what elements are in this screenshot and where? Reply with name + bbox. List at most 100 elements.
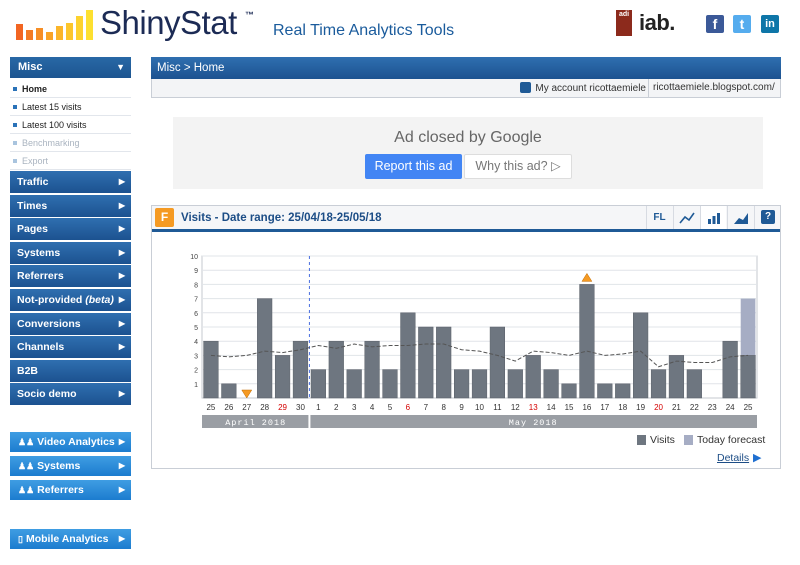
twitter-icon[interactable]: t [733, 15, 751, 33]
sidebar-video-referrers[interactable]: ♟♟ Referrers ▶ [10, 480, 131, 500]
legend-swatch-forecast [684, 435, 693, 445]
visits-bar [418, 326, 434, 399]
fl-button[interactable]: FL [646, 206, 672, 229]
account-link[interactable]: My account ricottaemiele [520, 82, 646, 94]
sidebar-category-not-provided-beta[interactable]: Not-provided (beta) ▶ [10, 289, 131, 311]
why-this-ad-button[interactable]: Why this ad? ▷ [464, 154, 572, 179]
tagline: Real Time Analytics Tools [273, 22, 455, 39]
x-tick-label: 27 [242, 403, 251, 412]
visits-bar [436, 326, 452, 399]
x-tick-label: 20 [654, 403, 663, 412]
x-tick-label: 9 [459, 403, 464, 412]
sidebar-category-socio-demo[interactable]: Socio demo ▶ [10, 383, 131, 406]
line-chart-button[interactable] [673, 206, 699, 229]
bar-chart-icon [707, 213, 720, 224]
sidebar-item-home[interactable]: Home [10, 80, 131, 98]
bullet-icon [13, 87, 17, 91]
chevron-right-icon: ▶ [118, 485, 125, 494]
x-tick-label: 17 [600, 403, 609, 412]
logo-wordmark[interactable]: ShinyStat [100, 4, 237, 42]
report-ad-button[interactable]: Report this ad [365, 154, 462, 179]
chevron-right-icon: ▶ [118, 318, 125, 328]
sidebar-category-channels[interactable]: Channels ▶ [10, 336, 131, 359]
sidebar-item-label: Latest 100 visits [22, 120, 87, 130]
chevron-right-icon: ▶ [118, 224, 125, 234]
chevron-down-icon: ▼ [116, 62, 125, 72]
y-tick-label: 3 [194, 353, 198, 360]
bar-chart-button[interactable] [700, 206, 726, 229]
linkedin-icon[interactable]: in [761, 15, 779, 33]
y-tick-label: 8 [194, 282, 198, 289]
sidebar-misc-header[interactable]: Misc ▼ [10, 57, 131, 78]
sidebar-item-label: Latest 15 visits [22, 102, 82, 112]
visits-bar [543, 369, 559, 399]
sidebar-category-times[interactable]: Times ▶ [10, 194, 131, 217]
x-tick-label: 8 [441, 403, 446, 412]
mobile-icon: ▯ [18, 534, 23, 544]
visits-bar [471, 369, 488, 399]
sidebar-category-b2b[interactable]: B2B [10, 359, 131, 382]
visits-bar [507, 369, 523, 399]
visits-bar [597, 383, 613, 399]
sidebar-item-label: Systems [37, 460, 81, 472]
sidebar-category-label: Conversions [17, 317, 81, 330]
sidebar-item-label: Mobile Analytics [25, 533, 109, 545]
sidebar-item-latest-15-visits[interactable]: Latest 15 visits [10, 98, 131, 116]
account-bar: My account ricottaemiele ricottaemiele.b… [151, 79, 781, 98]
ad-placeholder: Ad closed by Google Report this ad Why t… [173, 117, 763, 189]
x-tick-label: 30 [296, 403, 305, 412]
month-label: April 2018 [225, 418, 286, 428]
visits-bar [686, 369, 702, 399]
visits-bar [454, 369, 470, 399]
flash-icon: F [155, 208, 174, 227]
site-selector[interactable]: ricottaemiele.blogspot.com/ [648, 79, 780, 97]
x-tick-label: 18 [618, 403, 627, 412]
sidebar-video-video-analytics[interactable]: ♟♟ Video Analytics ▶ [10, 432, 131, 452]
sidebar-item-label: Home [22, 84, 48, 94]
facebook-icon[interactable]: f [706, 15, 724, 33]
chevron-right-icon: ▶ [118, 437, 125, 446]
group-icon: ♟♟ [18, 437, 35, 447]
breadcrumb: Misc > Home [151, 57, 781, 79]
x-tick-label: 23 [708, 403, 717, 412]
bullet-icon [13, 105, 17, 109]
sidebar-item-benchmarking: Benchmarking [10, 134, 131, 152]
sidebar-item-mobile-analytics[interactable]: ▯ Mobile Analytics ▶ [10, 529, 131, 549]
y-tick-label: 1 [194, 382, 198, 389]
sidebar-category-pages[interactable]: Pages ▶ [10, 218, 131, 241]
chevron-right-icon: ▶ [118, 177, 125, 186]
line-chart-icon [678, 212, 695, 224]
sidebar-category-label: Times [17, 199, 48, 212]
x-tick-label: 4 [370, 403, 375, 412]
y-tick-label: 4 [194, 339, 198, 346]
x-tick-label: 15 [565, 403, 574, 412]
chevron-right-icon: ▶ [118, 200, 125, 210]
x-tick-label: 14 [547, 403, 556, 412]
logo-bars [16, 10, 93, 40]
visits-bar [221, 383, 237, 399]
x-tick-label: 12 [511, 403, 520, 412]
x-tick-label: 25 [206, 403, 215, 412]
sidebar-item-latest-100-visits[interactable]: Latest 100 visits [10, 116, 131, 134]
details-link[interactable]: Details [717, 452, 749, 464]
sidebar-video-systems[interactable]: ♟♟ Systems ▶ [10, 456, 131, 476]
visits-bar [346, 369, 362, 399]
x-tick-label: 7 [424, 403, 429, 412]
chevron-right-icon: ▶ [118, 389, 125, 399]
x-tick-label: 2 [334, 403, 339, 412]
x-tick-label: 11 [493, 403, 502, 412]
help-button[interactable]: ? [754, 206, 780, 229]
ad-closed-text: Ad closed by Google [394, 129, 542, 146]
sidebar-category-traffic[interactable]: Traffic ▶ [10, 171, 131, 193]
y-tick-label: 9 [194, 268, 198, 275]
sidebar-category-referrers[interactable]: Referrers ▶ [10, 265, 131, 288]
visits-bar [364, 340, 380, 399]
area-chart-button[interactable] [727, 206, 753, 229]
x-tick-label: 10 [475, 403, 484, 412]
group-icon: ♟♟ [18, 485, 35, 495]
arrow-right-icon[interactable]: ▶ [753, 451, 761, 464]
sidebar-category-systems[interactable]: Systems ▶ [10, 241, 131, 264]
iab-text: iab. [639, 10, 675, 35]
visits-bar [310, 369, 326, 399]
sidebar-category-conversions[interactable]: Conversions ▶ [10, 312, 131, 335]
